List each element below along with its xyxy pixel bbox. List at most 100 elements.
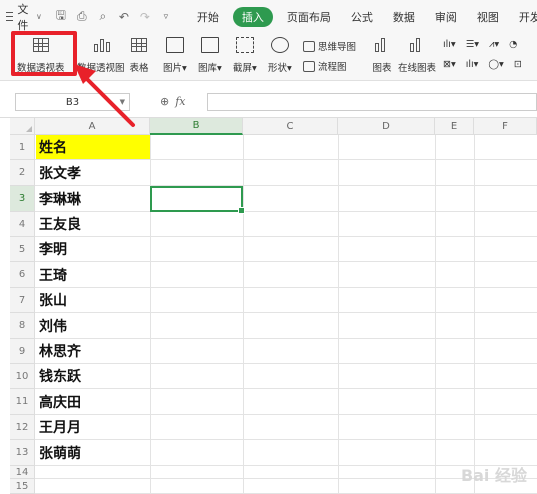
column-chart-icon[interactable]: ılı▾ <box>443 39 456 50</box>
selected-cell-b3[interactable] <box>150 186 245 214</box>
tab-data[interactable]: 数据 <box>383 9 425 25</box>
shapes-button[interactable]: 形状▾ <box>268 35 292 74</box>
pie-chart-icon[interactable]: ◯▾ <box>488 59 503 70</box>
more-chart-icon[interactable]: ◔ <box>509 39 517 50</box>
select-all-corner[interactable] <box>10 118 35 135</box>
row-header[interactable]: 15 <box>10 479 35 494</box>
column-gridline <box>435 135 436 494</box>
mindmap-button[interactable]: 思维导图 <box>303 39 356 53</box>
chart-type-row-1: ılı▾ ☰▾ ⩘▾ ◔ <box>443 39 517 50</box>
mindmap-icon <box>303 40 315 52</box>
table-cell[interactable]: 刘伟 <box>36 313 150 338</box>
picture-button[interactable]: 图片▾ <box>163 35 187 74</box>
customize-dropdown-icon[interactable]: ▿ <box>159 12 173 22</box>
tab-formulas[interactable]: 公式 <box>341 9 383 25</box>
tab-review[interactable]: 审阅 <box>425 9 467 25</box>
table-cell[interactable]: 张文孝 <box>36 160 150 185</box>
file-menu[interactable]: 文件 ∨ <box>6 1 42 33</box>
line-chart-icon[interactable]: ⩘▾ <box>489 39 499 50</box>
stat-chart-icon[interactable]: ılı▾ <box>466 59 479 70</box>
picture-label: 图片▾ <box>163 63 187 74</box>
gallery-label: 图库▾ <box>198 63 222 74</box>
table-cell[interactable]: 林思齐 <box>36 339 150 363</box>
row-header[interactable]: 9 <box>10 339 35 364</box>
pivot-table-button[interactable]: 数据透视表 <box>17 35 65 74</box>
table-icon <box>128 35 150 55</box>
chevron-down-icon: ▼ <box>119 98 125 106</box>
table-cell[interactable]: 张萌萌 <box>36 440 150 465</box>
row-header[interactable]: 6 <box>10 262 35 288</box>
pivot-table-icon <box>30 35 52 55</box>
row-header[interactable]: 12 <box>10 415 35 440</box>
row-header[interactable]: 13 <box>10 440 35 466</box>
table-cell[interactable]: 李琳琳 <box>36 186 150 211</box>
row-header[interactable]: 11 <box>10 389 35 415</box>
tab-home[interactable]: 开始 <box>187 9 229 25</box>
quick-access-toolbar: 🖫 ⎙ ⌕ ↶ ↷ ▿ <box>54 6 173 27</box>
row-header[interactable]: 1 <box>10 135 35 160</box>
row-header[interactable]: 5 <box>10 237 35 262</box>
flowchart-label: 流程图 <box>318 62 347 73</box>
online-chart-button[interactable]: 在线图表 <box>398 35 436 74</box>
tab-developer[interactable]: 开发工 <box>509 9 537 25</box>
table-cell[interactable]: 张山 <box>36 288 150 312</box>
table-button[interactable]: 表格 <box>128 35 150 74</box>
print-preview-icon[interactable]: ⌕ <box>96 9 110 24</box>
chevron-down-icon: ∨ <box>36 12 42 21</box>
scatter-chart-icon[interactable]: ⊡ <box>514 59 522 70</box>
row-header[interactable]: 3 <box>10 186 35 212</box>
mindmap-label: 思维导图 <box>318 42 357 53</box>
menu-bar: 文件 ∨ 🖫 ⎙ ⌕ ↶ ↷ ▿ 开始 插入 页面布局 公式 数据 审阅 视图 … <box>0 0 537 33</box>
name-box[interactable]: B3 ▼ <box>15 93 130 111</box>
gallery-button[interactable]: 图库▾ <box>198 35 222 74</box>
row-header[interactable]: 8 <box>10 313 35 339</box>
row-header[interactable]: 10 <box>10 364 35 389</box>
ribbon-tabs: 开始 插入 页面布局 公式 数据 审阅 视图 开发工 <box>187 6 537 27</box>
gallery-icon <box>199 35 221 55</box>
column-header-a[interactable]: A <box>35 118 150 135</box>
redo-icon[interactable]: ↷ <box>138 10 152 24</box>
tab-page-layout[interactable]: 页面布局 <box>277 9 341 25</box>
column-header-b[interactable]: B <box>150 118 243 135</box>
undo-icon[interactable]: ↶ <box>117 10 131 24</box>
column-gridline <box>338 135 339 494</box>
table-cell[interactable]: 高庆田 <box>36 389 150 414</box>
table-cell[interactable]: 李明 <box>36 237 150 261</box>
table-label: 表格 <box>129 63 149 74</box>
screenshot-label: 截屏▾ <box>233 63 257 74</box>
row-header[interactable]: 14 <box>10 466 35 479</box>
fx-icon[interactable]: fx <box>175 95 185 108</box>
ribbon-insert: 数据透视表 数据透视图 表格 图片▾ 图库▾ 截屏▾ 形状▾ 思维导图 流程图 … <box>0 33 537 81</box>
table-cell[interactable]: 王月月 <box>36 415 150 439</box>
online-chart-label: 在线图表 <box>398 63 437 74</box>
screenshot-icon <box>234 35 256 55</box>
formula-input[interactable] <box>207 93 537 111</box>
header-cell[interactable]: 姓名 <box>36 135 150 159</box>
column-gridline <box>474 135 475 494</box>
area-chart-icon[interactable]: ⊠▾ <box>443 59 456 70</box>
row-header[interactable]: 4 <box>10 212 35 237</box>
table-cell[interactable]: 钱东跃 <box>36 364 150 388</box>
column-header-d[interactable]: D <box>338 118 435 135</box>
tab-insert[interactable]: 插入 <box>232 6 273 27</box>
save-icon[interactable]: 🖫 <box>54 6 68 27</box>
row-header[interactable]: 7 <box>10 288 35 313</box>
column-header-e[interactable]: E <box>435 118 474 135</box>
bar-chart-icon[interactable]: ☰▾ <box>466 39 479 50</box>
table-cell[interactable]: 王友良 <box>36 212 150 236</box>
flowchart-button[interactable]: 流程图 <box>303 59 347 73</box>
print-icon[interactable]: ⎙ <box>75 9 89 24</box>
column-header-c[interactable]: C <box>243 118 338 135</box>
screenshot-button[interactable]: 截屏▾ <box>233 35 257 74</box>
pivot-table-label: 数据透视表 <box>17 63 65 74</box>
picture-icon <box>164 35 186 55</box>
pivot-chart-label: 数据透视图 <box>77 63 125 74</box>
shapes-label: 形状▾ <box>268 63 292 74</box>
pivot-chart-button[interactable]: 数据透视图 <box>77 35 125 74</box>
tab-view[interactable]: 视图 <box>467 9 509 25</box>
zoom-search-icon[interactable]: ⊕ <box>160 95 169 108</box>
chart-button[interactable]: 图表 <box>371 35 393 74</box>
table-cell[interactable]: 王琦 <box>36 262 150 287</box>
row-header[interactable]: 2 <box>10 160 35 186</box>
column-header-f[interactable]: F <box>474 118 537 135</box>
